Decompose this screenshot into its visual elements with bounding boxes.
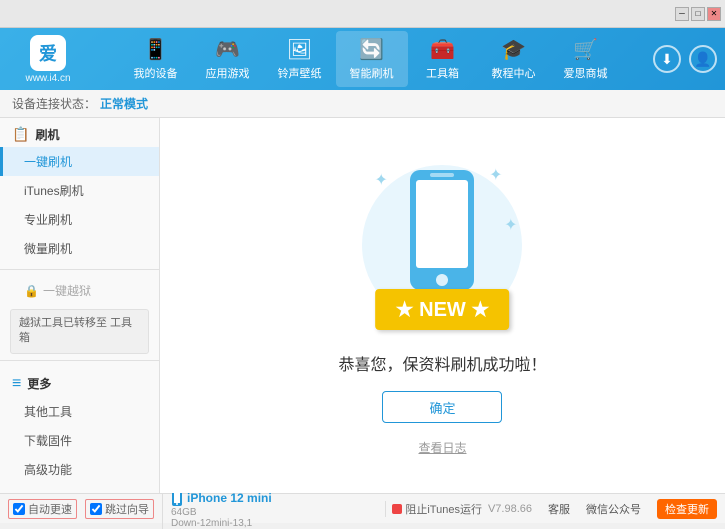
nav-item-my-device[interactable]: 📱 我的设备 [120, 31, 192, 87]
logo-url: www.i4.cn [25, 73, 70, 84]
sidebar-item-advanced[interactable]: 高级功能 [0, 455, 159, 484]
logo-char: 爱 [39, 40, 57, 66]
lock-icon: 🔒 [24, 284, 39, 298]
confirm-btn-label: 确定 [429, 398, 455, 417]
sidebar-item-one-key-flash[interactable]: 一键刷机 [0, 147, 159, 176]
support-link[interactable]: 客服 [548, 501, 570, 517]
user-button[interactable]: 👤 [689, 45, 717, 73]
nav-items: 📱 我的设备 🎮 应用游戏 🖼 铃声壁纸 🔄 智能刷机 🧰 工具箱 🎓 教程中心… [88, 31, 653, 87]
app-logo: 爱 www.i4.cn [8, 35, 88, 84]
status-value: 正常模式 [100, 95, 148, 112]
toolbox-icon: 🧰 [430, 37, 455, 62]
itunes-status: 阻止iTunes运行 [385, 501, 488, 517]
skip-wizard-input[interactable] [90, 503, 102, 515]
title-bar: ─ □ ✕ [0, 0, 725, 28]
success-message: 恭喜您，保资料刷机成功啦！ [338, 351, 546, 375]
bottom-bar: 自动更速 跳过向导 iPhone 12 mini 64GB Down-12min… [0, 493, 725, 523]
sidebar-section-flash: 📋 刷机 [0, 118, 159, 147]
device-storage: 64GB [171, 507, 272, 518]
my-device-icon: 📱 [143, 37, 168, 62]
nav-item-toolbox[interactable]: 🧰 工具箱 [408, 31, 478, 87]
main-layout: 📋 刷机 一键刷机 iTunes刷机 专业刷机 微量刷机 🔒 一键越狱 越狱工具… [0, 118, 725, 493]
window-controls: ─ □ ✕ [675, 7, 721, 21]
nav-item-ringtone[interactable]: 🖼 铃声壁纸 [264, 31, 336, 87]
more-section-icon: ≡ [12, 375, 21, 393]
other-tools-label: 其他工具 [24, 405, 72, 419]
status-label: 设备连接状态： [12, 95, 96, 112]
sidebar-section-more: ≡ 更多 [0, 367, 159, 397]
smart-flash-label: 智能刷机 [350, 65, 394, 81]
ringtone-label: 铃声壁纸 [278, 65, 322, 81]
download-button[interactable]: ⬇ [653, 45, 681, 73]
content-area: ✦ ✦ ✦ ★ NEW ★ 恭喜您，保资料刷机成功啦！ [160, 118, 725, 493]
one-key-flash-label: 一键刷机 [24, 155, 72, 169]
download-firmware-label: 下载固件 [24, 434, 72, 448]
flash-section-label: 刷机 [35, 126, 59, 143]
app-game-icon: 🎮 [215, 37, 240, 62]
sidebar-jailbreak-note: 越狱工具已转移至 工具箱 [10, 309, 149, 354]
phone-illustration: ✦ ✦ ✦ ★ NEW ★ [352, 155, 532, 335]
nav-item-store[interactable]: 🛒 爱思商城 [550, 31, 622, 87]
version-label: V7.98.66 [488, 503, 532, 515]
itunes-flash-label: iTunes刷机 [24, 184, 84, 198]
sidebar-section-jailbreak: 🔒 一键越狱 [0, 276, 159, 305]
jailbreak-note-text: 越狱工具已转移至 工具箱 [19, 317, 132, 344]
store-label: 爱思商城 [564, 65, 608, 81]
sidebar: 📋 刷机 一键刷机 iTunes刷机 专业刷机 微量刷机 🔒 一键越狱 越狱工具… [0, 118, 160, 493]
skip-wizard-label: 跳过向导 [105, 501, 149, 517]
sparkle-right: ✦ [504, 215, 517, 235]
auto-update-label: 自动更速 [28, 501, 72, 517]
sparkle-top-right: ✦ [489, 165, 502, 185]
sidebar-divider-1 [0, 269, 159, 270]
secondary-link[interactable]: 查看日志 [418, 439, 466, 456]
nav-item-smart-flash[interactable]: 🔄 智能刷机 [336, 31, 408, 87]
nav-right-buttons: ⬇ 👤 [653, 45, 717, 73]
sidebar-item-other-tools[interactable]: 其他工具 [0, 397, 159, 426]
sidebar-item-micro-flash[interactable]: 微量刷机 [0, 234, 159, 263]
sparkle-top-left: ✦ [374, 170, 387, 190]
bottom-right: V7.98.66 客服 微信公众号 检查更新 [488, 499, 717, 519]
logo-icon: 爱 [30, 35, 66, 71]
nav-bar: 爱 www.i4.cn 📱 我的设备 🎮 应用游戏 🖼 铃声壁纸 🔄 智能刷机 … [0, 28, 725, 90]
itunes-stop-icon [392, 504, 402, 514]
skip-wizard-checkbox[interactable]: 跳过向导 [85, 499, 154, 519]
auto-update-input[interactable] [13, 503, 25, 515]
store-icon: 🛒 [573, 37, 598, 62]
wechat-link[interactable]: 微信公众号 [586, 501, 641, 517]
tutorial-label: 教程中心 [492, 65, 536, 81]
sidebar-item-download-firmware[interactable]: 下载固件 [0, 426, 159, 455]
sidebar-item-pro-flash[interactable]: 专业刷机 [0, 205, 159, 234]
advanced-label: 高级功能 [24, 463, 72, 477]
auto-update-checkbox[interactable]: 自动更速 [8, 499, 77, 519]
new-ribbon: ★ NEW ★ [376, 289, 510, 330]
status-bar: 设备连接状态： 正常模式 [0, 90, 725, 118]
nav-item-app-game[interactable]: 🎮 应用游戏 [192, 31, 264, 87]
sidebar-item-itunes-flash[interactable]: iTunes刷机 [0, 176, 159, 205]
flash-section-icon: 📋 [12, 126, 29, 143]
itunes-label: 阻止iTunes运行 [405, 501, 482, 517]
sidebar-divider-2 [0, 360, 159, 361]
my-device-label: 我的设备 [134, 65, 178, 81]
ribbon-text: NEW [419, 299, 466, 321]
tutorial-icon: 🎓 [501, 37, 526, 62]
phone-svg [402, 170, 482, 300]
maximize-button[interactable]: □ [691, 7, 705, 21]
app-game-label: 应用游戏 [206, 65, 250, 81]
confirm-button[interactable]: 确定 [382, 391, 502, 423]
nav-item-tutorial[interactable]: 🎓 教程中心 [478, 31, 550, 87]
jailbreak-label: 一键越狱 [43, 282, 91, 299]
ringtone-icon: 🖼 [287, 37, 312, 62]
close-button[interactable]: ✕ [707, 7, 721, 21]
success-illustration: ✦ ✦ ✦ ★ NEW ★ 恭喜您，保资料刷机成功啦！ [338, 155, 546, 456]
pro-flash-label: 专业刷机 [24, 213, 72, 227]
check-update-button[interactable]: 检查更新 [657, 499, 717, 519]
smart-flash-icon: 🔄 [359, 37, 384, 62]
toolbox-label: 工具箱 [426, 65, 459, 81]
minimize-button[interactable]: ─ [675, 7, 689, 21]
micro-flash-label: 微量刷机 [24, 242, 72, 256]
device-model: Down-12mini-13,1 [171, 518, 272, 529]
more-section-label: 更多 [27, 375, 51, 392]
